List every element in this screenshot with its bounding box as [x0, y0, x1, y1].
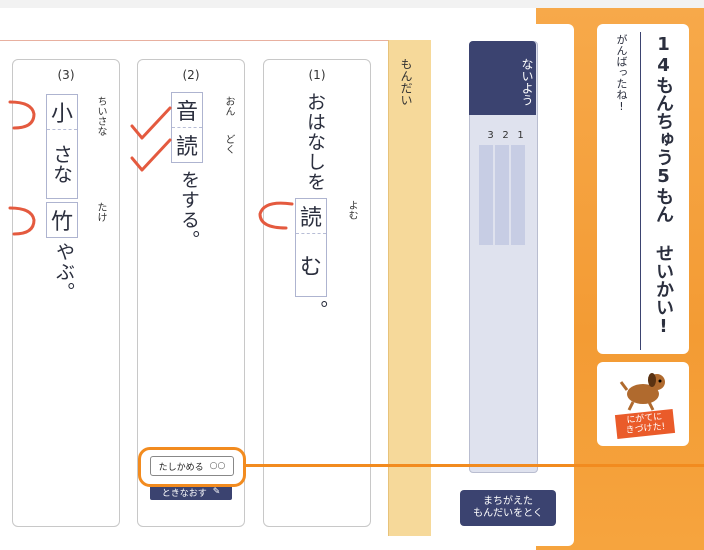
- kanji-cell: 竹: [50, 210, 73, 235]
- sentence-end: やぶ。: [53, 242, 75, 302]
- furigana: よむ: [346, 200, 357, 220]
- score-text: 14もんちゅう5もん せいかい!: [653, 34, 674, 337]
- furigana: どく: [223, 134, 234, 154]
- contents-bar: [511, 145, 525, 245]
- mondai-tab-label: もんだい: [399, 58, 413, 106]
- circle-mark-icon: [8, 100, 36, 130]
- kanji-cell: 小: [47, 95, 77, 130]
- contents-title: ないよう: [469, 41, 536, 115]
- contents-item-2[interactable]: 2: [500, 130, 511, 141]
- highlight-ring: [138, 447, 246, 487]
- answer-box-chiisana[interactable]: 小 さな: [46, 94, 78, 199]
- answer-box-yomu[interactable]: 読 む: [295, 198, 327, 297]
- circle-mark-icon: [8, 206, 36, 236]
- sentence-start: おはなしを: [304, 92, 326, 192]
- kanji-cell: 読: [296, 199, 326, 234]
- pen-icon: ✎: [212, 487, 221, 497]
- furigana: ちいさな: [95, 96, 106, 136]
- sentence-end: をする。: [178, 170, 200, 250]
- mondai-tab[interactable]: [388, 40, 431, 536]
- answer-box-ondoku[interactable]: 音 読: [171, 92, 203, 163]
- contents-bar: [479, 145, 493, 245]
- furigana: たけ: [95, 202, 106, 222]
- answer-box-take[interactable]: 竹: [46, 202, 78, 238]
- panel-border-top: [0, 40, 430, 41]
- score-divider: [640, 32, 641, 350]
- solve-again-label: ときなおす: [161, 488, 207, 499]
- kanji-cell: 読: [175, 135, 198, 160]
- retry-line-1: まちがえた: [483, 496, 533, 507]
- kana-cell: む: [299, 255, 322, 280]
- furigana: おん: [223, 96, 234, 116]
- kanji-cell: 音: [172, 93, 202, 128]
- dog-mascot-icon: [619, 373, 665, 411]
- kana-cell: さな: [49, 144, 74, 184]
- question-number: (1): [308, 68, 326, 82]
- contents-item-3[interactable]: 3: [485, 130, 496, 141]
- question-card-1: (1) おはなしを 読 む よむ 。: [263, 59, 371, 527]
- contents-item-1[interactable]: 1: [515, 130, 526, 141]
- contents-bar: [495, 145, 509, 245]
- top-band: [0, 0, 704, 8]
- check-mark-icon: [130, 138, 172, 172]
- retry-line-2: もんだいをとく: [473, 508, 543, 519]
- praise-text: がんばったね!: [615, 34, 628, 113]
- question-number: (3): [57, 68, 75, 82]
- retry-mistakes-button[interactable]: まちがえた もんだいをとく: [460, 490, 556, 526]
- sentence-end: 。: [306, 300, 328, 320]
- question-number: (2): [182, 68, 200, 82]
- circle-mark-icon: [258, 201, 294, 230]
- highlight-line: [246, 464, 704, 467]
